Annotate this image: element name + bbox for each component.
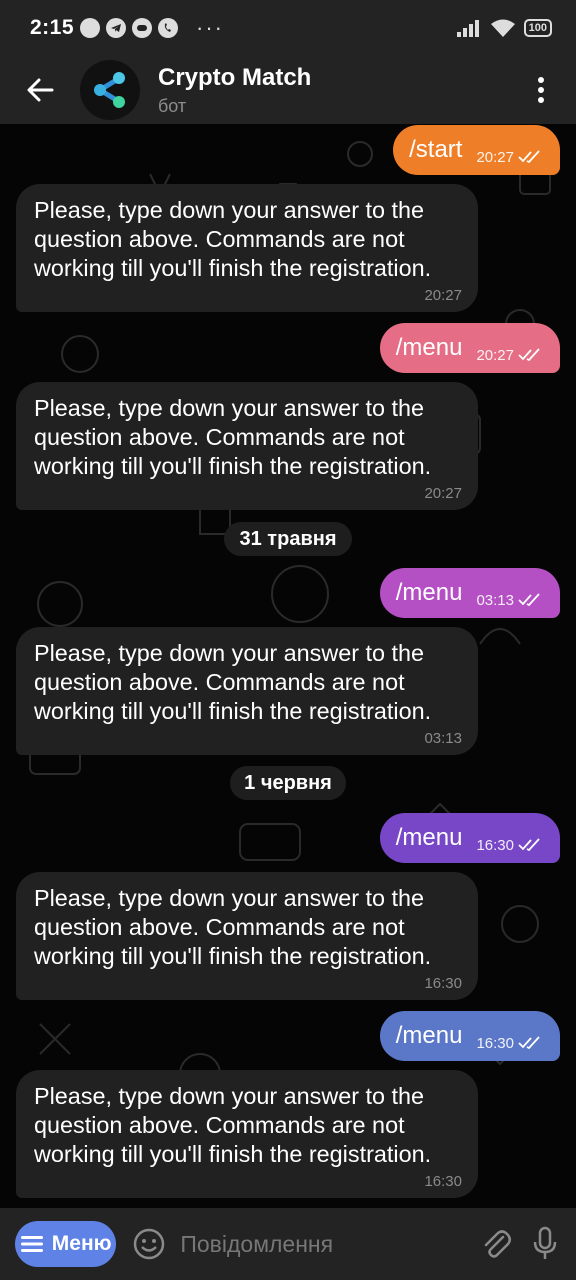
incoming-message[interactable]: Please, type down your answer to the que…	[16, 184, 478, 312]
message-meta: 20:27	[476, 149, 542, 166]
message-meta: 03:13	[476, 592, 542, 609]
outgoing-message[interactable]: /start 20:27	[393, 125, 560, 175]
chat-title: Crypto Match	[158, 63, 312, 91]
message-text: Please, type down your answer to the que…	[34, 640, 432, 724]
status-bar: 2:15 ··· 100	[0, 0, 576, 56]
message-text: Please, type down your answer to the que…	[34, 1083, 432, 1167]
message-meta: 20:27	[476, 347, 542, 364]
double-check-icon	[518, 150, 540, 164]
chat-title-block[interactable]: Crypto Match бот	[158, 64, 311, 117]
microphone-icon	[533, 1226, 556, 1259]
chat-area[interactable]: /start 20:27 Please, type down your answ…	[0, 124, 576, 1208]
date-label: 1 червня	[244, 771, 332, 794]
bot-avatar[interactable]	[80, 60, 140, 120]
date-separator: 31 травня	[224, 522, 352, 556]
double-check-icon	[518, 1036, 540, 1050]
message-input[interactable]	[178, 1229, 479, 1259]
do-not-disturb-icon	[80, 18, 101, 38]
back-button[interactable]	[0, 56, 80, 124]
chat-subtitle: бот	[158, 95, 187, 116]
message-time: 16:30	[476, 1034, 514, 1052]
message-time: 03:13	[424, 730, 462, 747]
message-time: 20:27	[424, 485, 462, 502]
emoji-button[interactable]	[132, 1224, 166, 1264]
message-text: /menu	[395, 1022, 463, 1049]
status-time: 2:15	[30, 16, 75, 39]
paperclip-icon	[484, 1230, 511, 1258]
message-time: 03:13	[476, 591, 514, 609]
arrow-left-icon	[27, 78, 54, 102]
message-time: 20:27	[424, 287, 462, 304]
message-time: 16:30	[476, 836, 514, 854]
message-time: 20:27	[476, 148, 514, 166]
message-text: Please, type down your answer to the que…	[34, 197, 432, 281]
attach-button[interactable]	[478, 1222, 513, 1266]
message-text: /start	[409, 136, 463, 163]
outgoing-message[interactable]: /menu 20:27	[379, 323, 560, 373]
message-time: 16:30	[424, 975, 462, 992]
message-text: /menu	[395, 334, 463, 361]
date-label: 31 травня	[239, 527, 337, 550]
signal-icon	[456, 20, 479, 37]
more-vertical-icon	[538, 77, 544, 103]
message-text: Please, type down your answer to the que…	[34, 395, 432, 479]
message-time: 16:30	[424, 1173, 462, 1190]
double-check-icon	[518, 838, 540, 852]
message-text: /menu	[395, 579, 463, 606]
menu-button-label: Меню	[51, 1232, 112, 1255]
voice-message-button[interactable]	[527, 1222, 562, 1266]
outgoing-message[interactable]: /menu 16:30	[379, 813, 560, 863]
double-check-icon	[518, 593, 540, 607]
telegram-icon	[106, 18, 127, 38]
message-meta: 16:30	[476, 837, 542, 854]
discord-icon	[132, 18, 153, 38]
viber-icon	[158, 18, 179, 38]
date-separator: 1 червня	[230, 766, 346, 800]
menu-icon	[20, 1236, 43, 1252]
bot-menu-button[interactable]: Меню	[15, 1221, 117, 1267]
system-icons: 100	[456, 18, 552, 38]
outgoing-message[interactable]: /menu 16:30	[379, 1011, 560, 1061]
wifi-icon	[490, 19, 515, 37]
more-notifications-icon: ···	[196, 15, 225, 40]
message-composer: Меню	[0, 1208, 576, 1280]
emoji-icon	[134, 1228, 165, 1260]
notification-icons: ···	[80, 15, 224, 41]
message-time: 20:27	[476, 346, 514, 364]
more-options-button[interactable]	[506, 56, 576, 124]
message-text: Please, type down your answer to the que…	[34, 885, 432, 969]
share-network-icon	[94, 72, 125, 108]
incoming-message[interactable]: Please, type down your answer to the que…	[16, 872, 478, 1000]
chat-header: Crypto Match бот	[0, 56, 576, 124]
message-text: /menu	[395, 824, 463, 851]
battery-icon: 100	[523, 19, 552, 37]
outgoing-message[interactable]: /menu 03:13	[379, 568, 560, 618]
message-meta: 16:30	[476, 1035, 542, 1052]
double-check-icon	[518, 348, 540, 362]
incoming-message[interactable]: Please, type down your answer to the que…	[16, 382, 478, 510]
incoming-message[interactable]: Please, type down your answer to the que…	[16, 1070, 478, 1198]
incoming-message[interactable]: Please, type down your answer to the que…	[16, 627, 478, 755]
